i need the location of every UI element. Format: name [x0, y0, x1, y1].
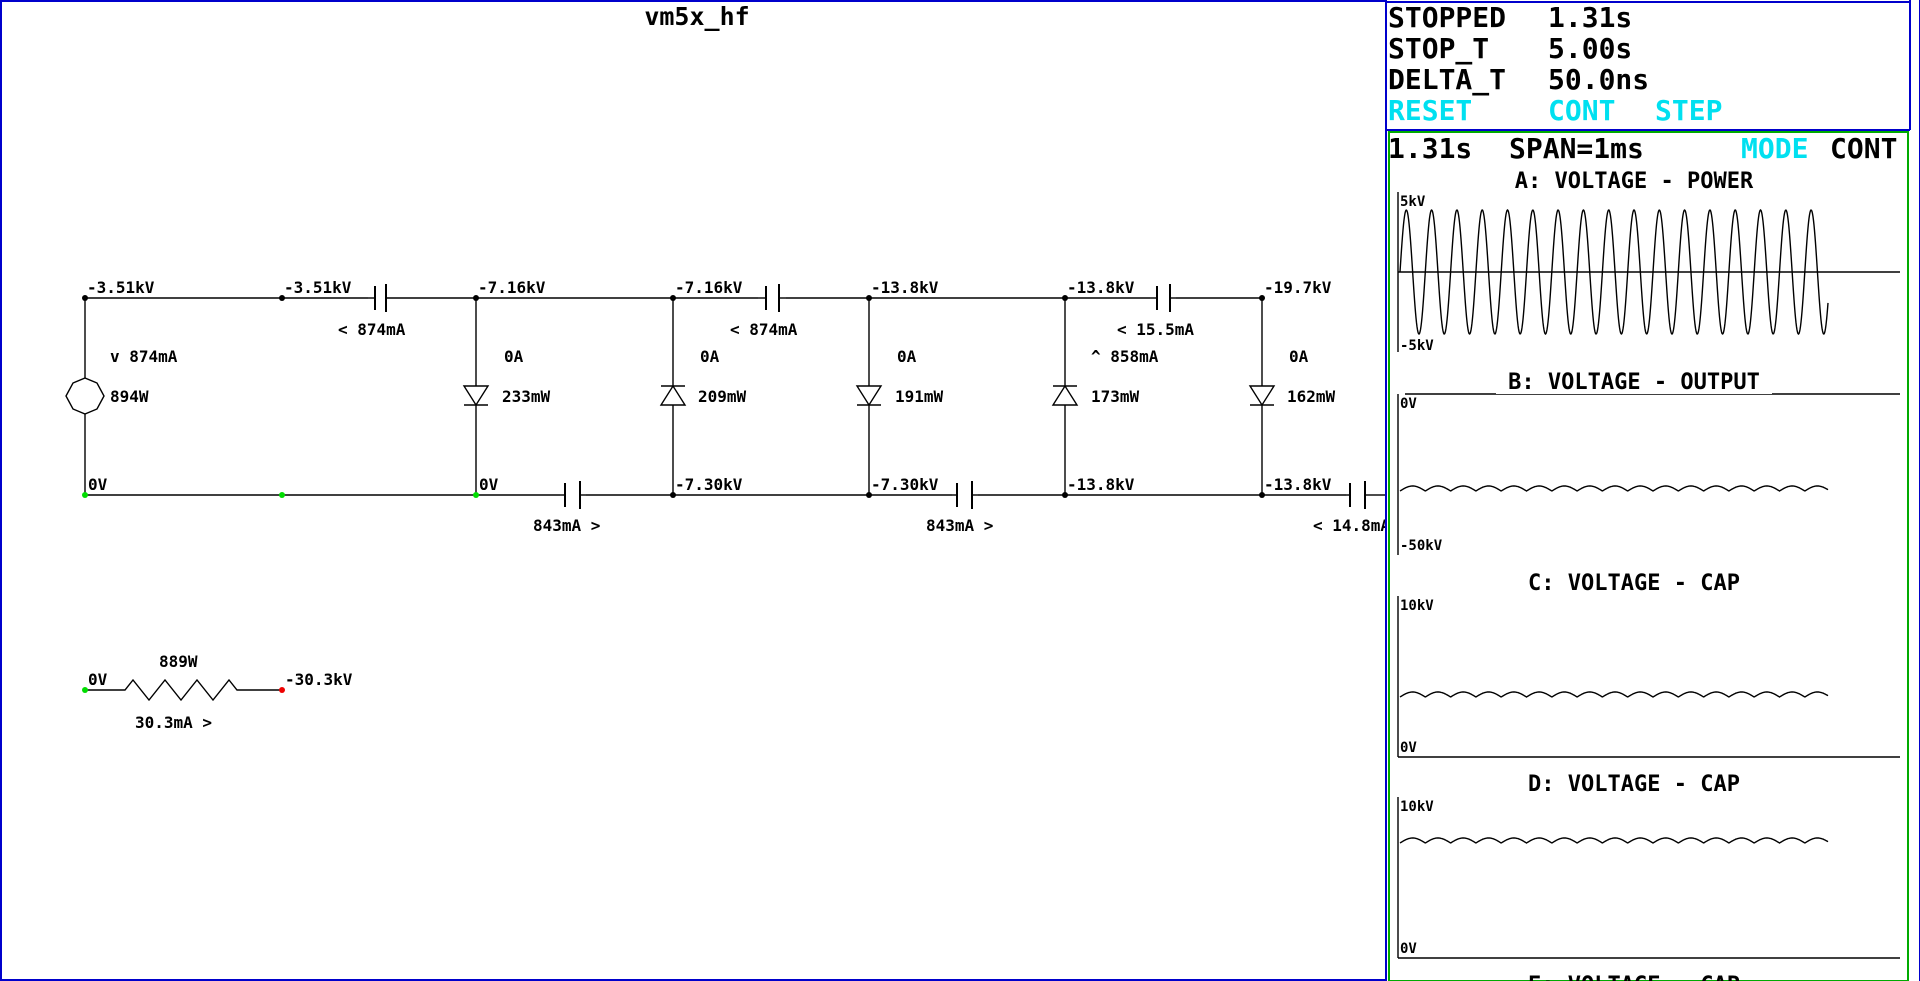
diode-current: ^ 858mA — [1091, 347, 1159, 366]
diode-labels: 0A 233mW 0A 209mW 0A 191mW ^ 858mA 173mW… — [502, 347, 1336, 406]
source-labels: v 874mA 894W — [110, 347, 178, 406]
diode-1[interactable] — [462, 298, 490, 495]
trace-bottom-label: 0V — [1400, 740, 1417, 756]
diode-5[interactable] — [1248, 298, 1276, 495]
trace-title: E: VOLTAGE - CAP — [1528, 973, 1740, 981]
trace-title: C: VOLTAGE - CAP — [1528, 571, 1740, 596]
node-voltage-label: -13.8kV — [871, 278, 939, 297]
trace-bottom-label: -5kV — [1400, 338, 1434, 354]
capacitor-top-1[interactable] — [368, 284, 387, 312]
status-value: 1.31s — [1548, 1, 1632, 34]
capacitor-top-2[interactable] — [758, 284, 786, 312]
resistor[interactable] — [82, 678, 285, 702]
capacitor-bottom-1[interactable] — [560, 481, 586, 509]
trace-bottom-label: -50kV — [1400, 538, 1443, 554]
node-voltage-label: 0V — [479, 475, 499, 494]
node-voltage-label: -3.51kV — [284, 278, 352, 297]
diode-power: 233mW — [502, 387, 551, 406]
capacitor-current: 843mA > — [926, 516, 993, 535]
node-voltage-label: -7.16kV — [675, 278, 743, 297]
capacitor-current: < 14.8mA — [1313, 516, 1390, 535]
diode-power: 191mW — [895, 387, 944, 406]
capacitor-bottom-3[interactable] — [1346, 481, 1370, 509]
capacitor-current: 843mA > — [533, 516, 600, 535]
diode-power: 162mW — [1287, 387, 1336, 406]
scope-trace-e[interactable]: E: VOLTAGE - CAP — [1528, 973, 1740, 981]
mode-button[interactable]: MODE — [1741, 132, 1808, 165]
circuit-title: vm5x_hf — [644, 2, 749, 31]
diode-3[interactable] — [855, 298, 883, 495]
diode-4[interactable] — [1051, 298, 1079, 495]
node-voltage-label: -13.8kV — [1067, 278, 1135, 297]
delta-t-value: 50.0ns — [1548, 63, 1649, 96]
scope-span[interactable]: SPAN=1ms — [1509, 132, 1644, 165]
diode-power: 173mW — [1091, 387, 1140, 406]
node-voltage-label: -13.8kV — [1067, 475, 1135, 494]
resistor-right-voltage: -30.3kV — [285, 670, 353, 689]
cont-button[interactable]: CONT — [1548, 94, 1615, 127]
source-current: v 874mA — [110, 347, 178, 366]
diode-current: 0A — [897, 347, 917, 366]
status-label: STOPPED — [1388, 1, 1506, 34]
stop-t-label: STOP_T — [1388, 32, 1489, 65]
delta-t-label: DELTA_T — [1388, 63, 1506, 96]
top-node-labels: -3.51kV -3.51kV -7.16kV -7.16kV -13.8kV … — [87, 278, 1332, 297]
trace-title: A: VOLTAGE - POWER — [1515, 169, 1754, 194]
diode-current: 0A — [700, 347, 720, 366]
capacitor-current: < 874mA — [730, 320, 798, 339]
scope-time: 1.31s — [1388, 132, 1472, 165]
trace-title: B: VOLTAGE - OUTPUT — [1508, 370, 1760, 395]
resistor-left-voltage: 0V — [88, 670, 108, 689]
trace-bottom-label: 0V — [1400, 941, 1417, 957]
trace-top-label: 10kV — [1400, 598, 1434, 614]
diode-2[interactable] — [659, 298, 687, 495]
node-voltage-label: -13.8kV — [1264, 475, 1332, 494]
trace-top-label: 10kV — [1400, 799, 1434, 815]
trace-top-label: 0V — [1400, 396, 1417, 412]
node-voltage-label: 0V — [88, 475, 108, 494]
mode-value: CONT — [1830, 132, 1897, 165]
capacitor-current: < 15.5mA — [1117, 320, 1194, 339]
node-voltage-label: -7.30kV — [675, 475, 743, 494]
node-voltage-label: -7.16kV — [478, 278, 546, 297]
capacitor-current-labels: < 874mA < 874mA < 15.5mA 843mA > 843mA >… — [338, 320, 1390, 535]
bottom-node-labels: 0V 0V -7.30kV -7.30kV -13.8kV -13.8kV — [88, 475, 1332, 494]
node-voltage-label: -7.30kV — [871, 475, 939, 494]
step-button[interactable]: STEP — [1655, 94, 1722, 127]
capacitor-top-3[interactable] — [1150, 284, 1176, 312]
diode-power: 209mW — [698, 387, 747, 406]
capacitor-bottom-2[interactable] — [952, 481, 978, 509]
resistor-power: 889W — [159, 652, 198, 671]
resistor-labels: 0V 889W -30.3kV 30.3mA > — [88, 652, 353, 732]
reset-button[interactable]: RESET — [1388, 94, 1472, 127]
simulator-canvas[interactable]: vm5x_hf -3.51kV -3.51kV -7.16kV -7.16kV … — [0, 0, 1920, 981]
trace-title: D: VOLTAGE - CAP — [1528, 772, 1740, 797]
node-voltage-label: -3.51kV — [87, 278, 155, 297]
node-voltage-label: -19.7kV — [1264, 278, 1332, 297]
capacitor-current: < 874mA — [338, 320, 406, 339]
diode-current: 0A — [504, 347, 524, 366]
resistor-current: 30.3mA > — [135, 713, 212, 732]
diode-current: 0A — [1289, 347, 1309, 366]
stop-t-value: 5.00s — [1548, 32, 1632, 65]
ac-voltage-source[interactable] — [65, 298, 105, 495]
trace-top-label: 5kV — [1400, 194, 1426, 210]
source-power: 894W — [110, 387, 149, 406]
